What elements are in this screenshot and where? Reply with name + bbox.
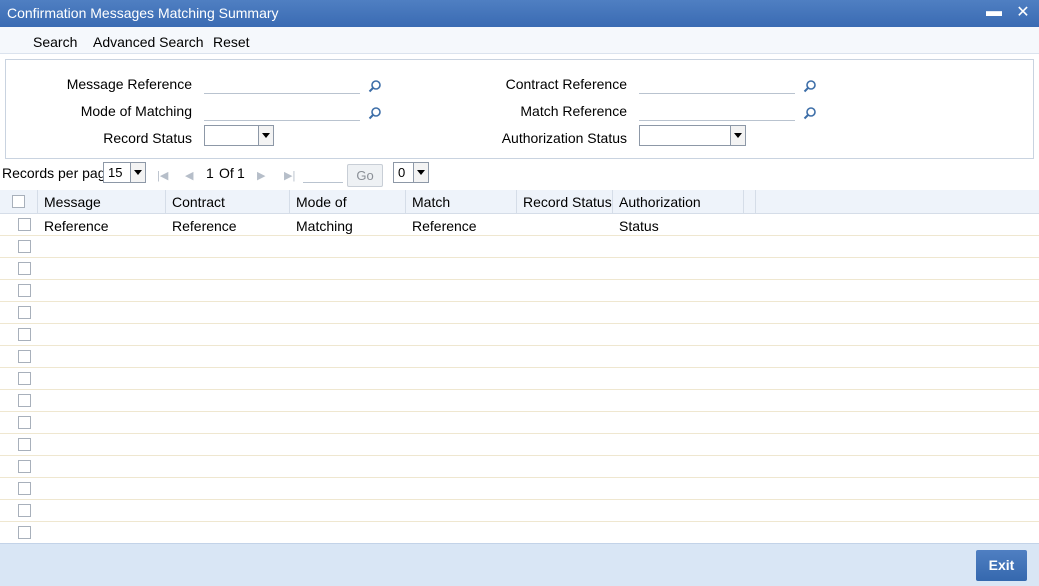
contract-reference-input[interactable] [639, 74, 795, 94]
column-header[interactable]: Match Reference [406, 190, 517, 234]
row-checkbox[interactable] [18, 438, 31, 451]
search-criteria-panel: Message Reference Contract Reference Mod… [5, 59, 1034, 159]
message-reference-label: Message Reference [66, 76, 192, 92]
row-checkbox[interactable] [18, 218, 31, 231]
row-checkbox[interactable] [18, 482, 31, 495]
go-button[interactable]: Go [347, 164, 383, 187]
reset-button[interactable]: Reset [213, 34, 250, 50]
message-reference-input[interactable] [204, 74, 360, 94]
total-pages: 1 [237, 165, 245, 181]
table-row[interactable] [0, 324, 1039, 346]
chevron-down-icon [130, 163, 145, 182]
page-select[interactable]: 0 [393, 162, 429, 183]
table-row[interactable] [0, 500, 1039, 522]
chevron-down-icon [413, 163, 428, 182]
table-row[interactable] [0, 390, 1039, 412]
column-spacer [744, 190, 756, 214]
records-per-page-select[interactable]: 15 [103, 162, 146, 183]
match-reference-search-icon[interactable] [803, 106, 817, 120]
window-title: Confirmation Messages Matching Summary [7, 5, 279, 21]
toolbar: Search Advanced Search Reset [0, 27, 1039, 54]
message-reference-search-icon[interactable] [368, 79, 382, 93]
column-header[interactable]: Authorization Status [613, 190, 744, 234]
row-checkbox[interactable] [18, 504, 31, 517]
table-row[interactable] [0, 236, 1039, 258]
authorization-status-label: Authorization Status [501, 130, 627, 146]
pagination-bar: Records per page 15 |◀ ◀ 1 Of 1 ▶ ▶| Go … [0, 160, 1039, 188]
contract-reference-search-icon[interactable] [803, 79, 817, 93]
advanced-search-button[interactable]: Advanced Search [93, 34, 204, 50]
row-checkbox[interactable] [18, 416, 31, 429]
column-header[interactable]: Record Status [517, 190, 613, 214]
table-row[interactable] [0, 214, 1039, 236]
table-row[interactable] [0, 302, 1039, 324]
mode-of-matching-search-icon[interactable] [368, 106, 382, 120]
table-row[interactable] [0, 346, 1039, 368]
search-button[interactable]: Search [33, 34, 77, 50]
exit-button[interactable]: Exit [976, 550, 1027, 581]
select-all-checkbox[interactable] [12, 195, 25, 208]
table-row[interactable] [0, 434, 1039, 456]
row-checkbox[interactable] [18, 394, 31, 407]
chevron-down-icon [258, 126, 273, 145]
next-page-icon[interactable]: ▶ [257, 169, 265, 182]
previous-page-icon[interactable]: ◀ [185, 169, 193, 182]
row-checkbox[interactable] [18, 460, 31, 473]
footer-bar: Exit [0, 543, 1039, 586]
results-grid: Message Reference Contract Reference Mod… [0, 190, 1039, 543]
row-checkbox[interactable] [18, 262, 31, 275]
contract-reference-label: Contract Reference [505, 76, 627, 92]
table-row[interactable] [0, 412, 1039, 434]
table-row[interactable] [0, 368, 1039, 390]
row-checkbox[interactable] [18, 306, 31, 319]
column-header[interactable]: Contract Reference [166, 190, 290, 234]
first-page-icon[interactable]: |◀ [157, 169, 168, 182]
select-all-cell [0, 190, 38, 214]
column-header[interactable]: Message Reference [38, 190, 166, 234]
mode-of-matching-input[interactable] [204, 101, 360, 121]
record-status-select[interactable] [204, 125, 274, 146]
last-page-icon[interactable]: ▶| [284, 169, 295, 182]
table-row[interactable] [0, 522, 1039, 543]
close-button[interactable]: ✕ [1014, 4, 1032, 22]
row-checkbox[interactable] [18, 240, 31, 253]
row-checkbox[interactable] [18, 350, 31, 363]
match-reference-label: Match Reference [520, 103, 627, 119]
column-header[interactable]: Mode of Matching [290, 190, 406, 234]
minimize-button[interactable]: ▬ [985, 4, 1003, 22]
grid-header: Message Reference Contract Reference Mod… [0, 190, 1039, 234]
table-row[interactable] [0, 258, 1039, 280]
row-checkbox[interactable] [18, 284, 31, 297]
authorization-status-select[interactable] [639, 125, 746, 146]
table-row[interactable] [0, 456, 1039, 478]
row-checkbox[interactable] [18, 526, 31, 539]
match-reference-input[interactable] [639, 101, 795, 121]
page-number-input[interactable] [303, 165, 343, 183]
records-per-page-label: Records per page [2, 165, 114, 181]
record-status-label: Record Status [103, 130, 192, 146]
row-checkbox[interactable] [18, 372, 31, 385]
of-label: Of [219, 165, 234, 181]
mode-of-matching-label: Mode of Matching [80, 103, 192, 119]
chevron-down-icon [730, 126, 745, 145]
title-bar: Confirmation Messages Matching Summary ▬… [0, 0, 1039, 27]
table-row[interactable] [0, 478, 1039, 500]
table-row[interactable] [0, 280, 1039, 302]
current-page: 1 [206, 165, 214, 181]
row-checkbox[interactable] [18, 328, 31, 341]
